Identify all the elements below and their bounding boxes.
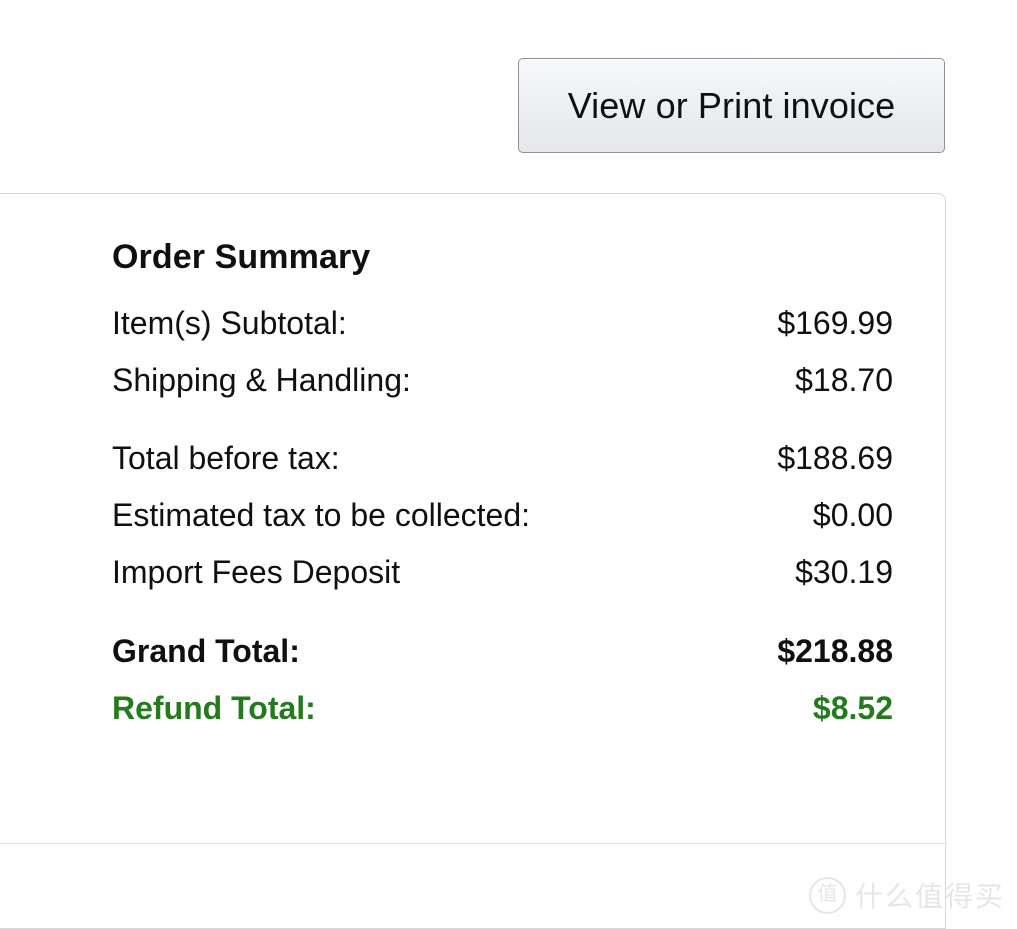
summary-row-total-before-tax: Total before tax: $188.69: [112, 430, 893, 487]
summary-value-refund-total: $8.52: [812, 689, 893, 726]
summary-value-items-subtotal: $169.99: [777, 305, 893, 342]
summary-label-shipping-handling: Shipping & Handling:: [112, 362, 411, 399]
order-summary-rows: Item(s) Subtotal: $169.99 Shipping & Han…: [112, 295, 893, 737]
summary-label-items-subtotal: Item(s) Subtotal:: [112, 305, 347, 342]
summary-row-refund-total: Refund Total: $8.52: [112, 680, 893, 737]
order-summary-divider: [0, 843, 947, 844]
summary-value-grand-total: $218.88: [777, 632, 893, 669]
invoice-action-bar: View or Print invoice: [0, 0, 1017, 193]
summary-row-grand-total: Grand Total: $218.88: [112, 623, 893, 680]
summary-label-refund-total: Refund Total:: [112, 689, 316, 726]
summary-value-import-fees-deposit: $30.19: [795, 553, 893, 590]
invoice-button-label: View or Print invoice: [567, 84, 896, 126]
summary-row-import-fees-deposit: Import Fees Deposit $30.19: [112, 544, 893, 601]
summary-value-total-before-tax: $188.69: [777, 440, 893, 477]
summary-label-total-before-tax: Total before tax:: [112, 440, 340, 477]
summary-value-estimated-tax: $0.00: [812, 496, 893, 533]
order-summary-content: Order Summary Item(s) Subtotal: $169.99 …: [112, 237, 893, 737]
summary-row-shipping-handling: Shipping & Handling: $18.70: [112, 352, 893, 409]
summary-row-items-subtotal: Item(s) Subtotal: $169.99: [112, 295, 893, 352]
order-summary-heading: Order Summary: [112, 238, 371, 276]
summary-label-estimated-tax: Estimated tax to be collected:: [112, 496, 530, 533]
view-or-print-invoice-button[interactable]: View or Print invoice: [518, 58, 945, 153]
summary-row-estimated-tax: Estimated tax to be collected: $0.00: [112, 487, 893, 544]
order-summary-card: Order Summary Item(s) Subtotal: $169.99 …: [0, 193, 947, 929]
summary-value-shipping-handling: $18.70: [795, 362, 893, 399]
summary-label-grand-total: Grand Total:: [112, 632, 300, 669]
summary-label-import-fees-deposit: Import Fees Deposit: [112, 553, 401, 590]
